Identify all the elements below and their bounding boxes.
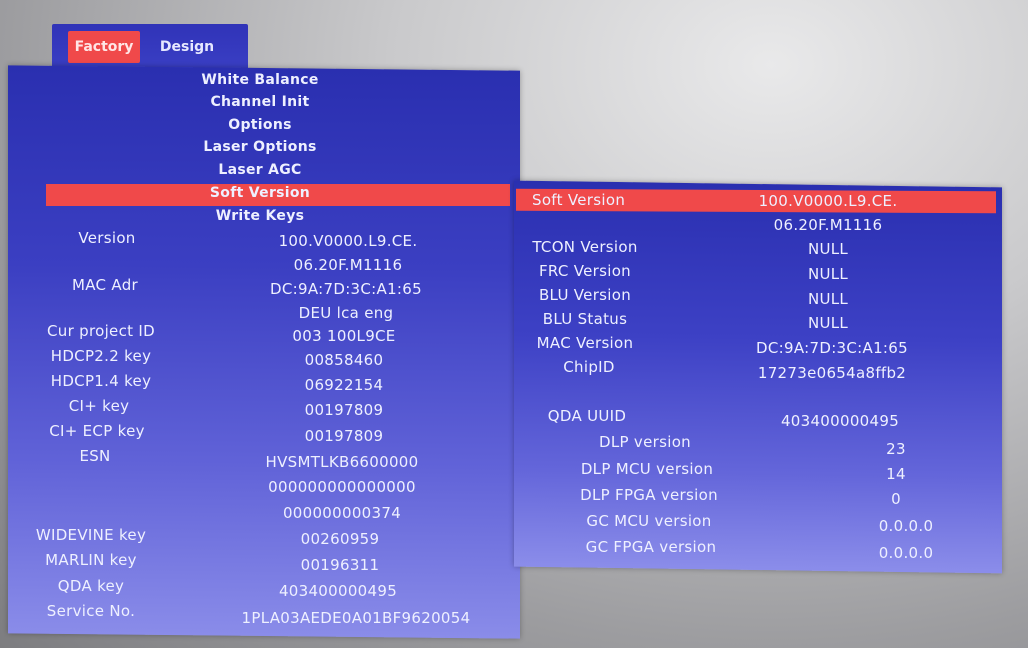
project-id-label: Cur project ID	[47, 322, 155, 340]
service-no-value: 1PLA03AEDE0A01BF9620054	[241, 609, 471, 627]
ciplus-ecp-key-value: 00197809	[304, 427, 384, 445]
blu-version-value: NULL	[807, 290, 849, 308]
chipid-label: ChipID	[563, 358, 615, 376]
hdcp22-value: 00858460	[304, 351, 384, 369]
menu-item-laser-options[interactable]: Laser Options	[40, 139, 480, 155]
mac-version-value: DC:9A:7D:3C:A1:65	[756, 339, 908, 357]
tcon-version-value: NULL	[807, 240, 849, 258]
marlin-key-label: MARLIN key	[45, 551, 137, 569]
mac-adr-label: MAC Adr	[72, 276, 138, 294]
menu-item-options[interactable]: Options	[40, 117, 480, 133]
blu-status-label: BLU Status	[542, 310, 628, 328]
blu-status-value: NULL	[807, 314, 849, 332]
tab-design[interactable]: Design	[152, 31, 222, 63]
tab-factory[interactable]: Factory	[68, 31, 140, 63]
esn-value-line1: HVSMTLKB6600000	[265, 453, 419, 471]
menu-item-laser-agc[interactable]: Laser AGC	[40, 162, 480, 178]
mac-version-label: MAC Version	[536, 334, 634, 352]
version-label: Version	[78, 229, 136, 247]
mac-adr-value: DC:9A:7D:3C:A1:65	[270, 280, 422, 298]
gc-fpga-version-label: GC FPGA version	[585, 538, 717, 556]
service-no-label: Service No.	[46, 602, 136, 620]
region-value: DEU lca eng	[298, 304, 394, 322]
soft-version-value-line2: 06.20F.M1116	[773, 216, 883, 234]
qda-key-value: 403400000495	[278, 582, 398, 600]
qda-key-label: QDA key	[57, 577, 125, 595]
project-id-value: 003 100L9CE	[292, 327, 396, 345]
tcon-version-label: TCON Version	[532, 238, 638, 256]
dlp-mcu-version-value: 14	[886, 465, 906, 483]
esn-value-line3: 000000000374	[282, 504, 402, 522]
dlp-fpga-version-label: DLP FPGA version	[580, 486, 718, 504]
marlin-key-value: 00196311	[300, 556, 380, 574]
menu-item-white-balance[interactable]: White Balance	[40, 72, 480, 88]
widevine-key-value: 00260959	[300, 530, 380, 548]
esn-label: ESN	[79, 447, 111, 465]
version-value-line1: 100.V0000.L9.CE.	[278, 232, 418, 250]
blu-version-label: BLU Version	[538, 286, 632, 304]
qda-uuid-label: QDA UUID	[547, 407, 627, 425]
frc-version-label: FRC Version	[538, 262, 631, 280]
menu-item-write-keys[interactable]: Write Keys	[40, 208, 480, 224]
hdcp14-label: HDCP1.4 key	[50, 372, 152, 390]
dlp-mcu-version-label: DLP MCU version	[580, 460, 714, 478]
ciplus-key-label: CI+ key	[68, 397, 130, 415]
menu-item-channel-init[interactable]: Channel Init	[40, 94, 480, 110]
soft-version-label: Soft Version	[532, 191, 626, 209]
widevine-key-label: WIDEVINE key	[35, 526, 147, 544]
menu-item-soft-version[interactable]: Soft Version	[40, 185, 480, 201]
dlp-version-label: DLP version	[599, 433, 691, 451]
soft-version-value-line1: 100.V0000.L9.CE.	[758, 192, 898, 210]
gc-fpga-version-value: 0.0.0.0	[878, 544, 934, 562]
ciplus-key-value: 00197809	[304, 401, 384, 419]
hdcp22-label: HDCP2.2 key	[50, 347, 152, 365]
hdcp14-value: 06922154	[304, 376, 384, 394]
tab-bar: Factory Design	[52, 24, 248, 70]
frc-version-value: NULL	[807, 265, 849, 283]
gc-mcu-version-label: GC MCU version	[586, 512, 712, 530]
version-value-line2: 06.20F.M1116	[293, 256, 403, 274]
gc-mcu-version-value: 0.0.0.0	[878, 517, 934, 535]
ciplus-ecp-key-label: CI+ ECP key	[49, 422, 145, 440]
qda-uuid-value: 403400000495	[780, 412, 900, 430]
esn-value-line2: 000000000000000	[268, 478, 416, 496]
chipid-value: 17273e0654a8ffb2	[757, 364, 907, 382]
dlp-version-value: 23	[886, 440, 906, 458]
dlp-fpga-version-value: 0	[891, 490, 901, 508]
